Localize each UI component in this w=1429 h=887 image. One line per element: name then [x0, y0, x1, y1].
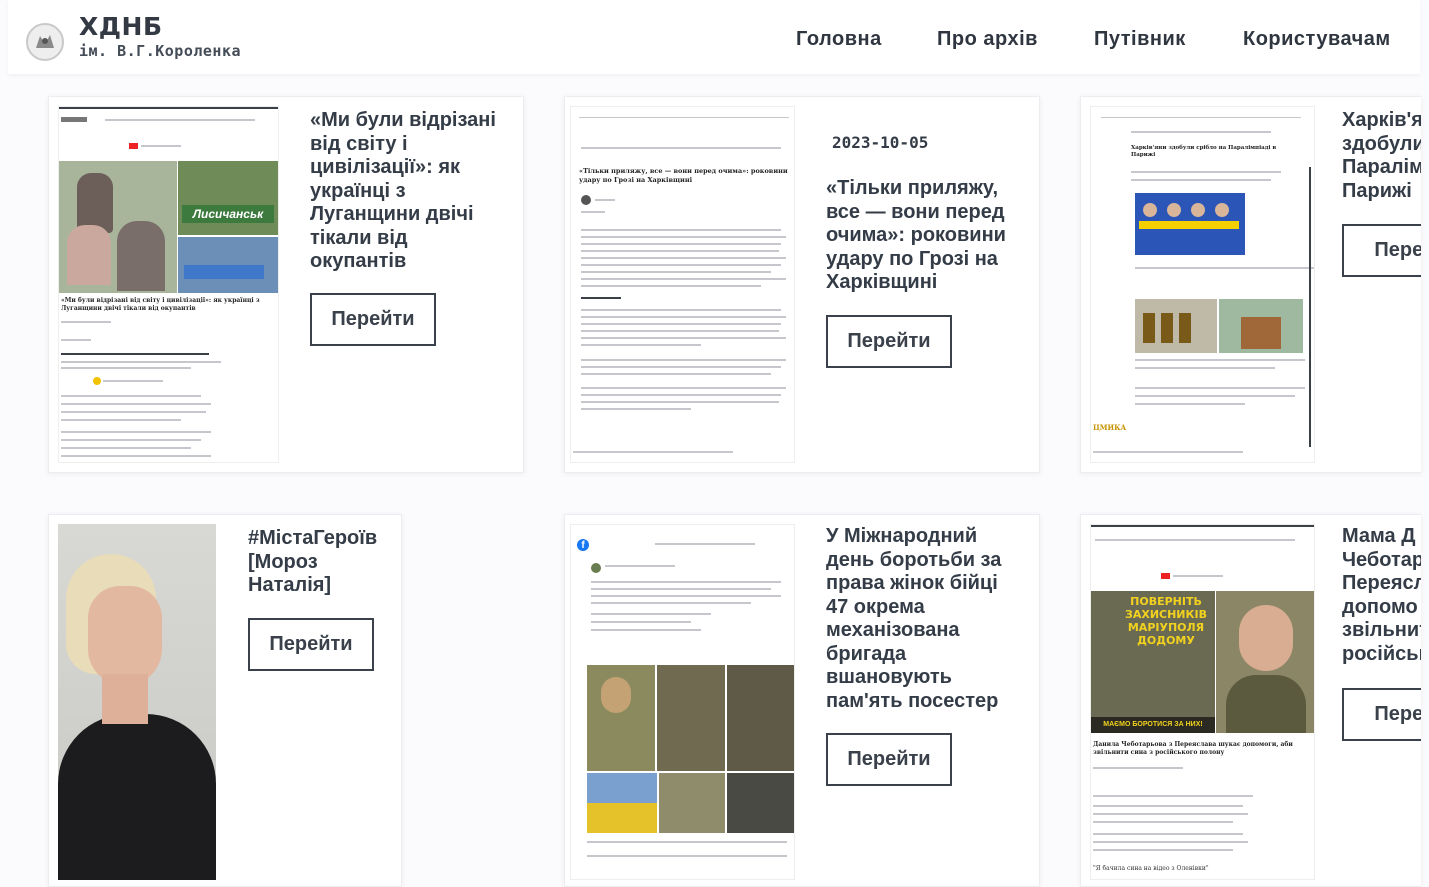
facebook-icon: f: [577, 539, 589, 551]
card-thumbnail-4[interactable]: [58, 524, 216, 880]
card-thumbnail-6[interactable]: ПОВЕРНІТЬ ЗАХИСНИКІВ МАРІУПОЛЯ ДОДОМУ МА…: [1090, 524, 1315, 880]
nav-users[interactable]: Користувачам: [1243, 28, 1391, 51]
thumb-headline: Харків'яни здобули срібло на Паралімпіад…: [1131, 145, 1277, 158]
card-title-5[interactable]: У Міжнародний день боротьби за права жін…: [826, 525, 1031, 713]
card-title-3[interactable]: Харків'я здобули Паралім Парижі: [1342, 109, 1421, 203]
youtube-icon: [129, 143, 138, 149]
card-thumbnail-3[interactable]: Харків'яни здобули срібло на Паралімпіад…: [1090, 106, 1315, 463]
nav-home[interactable]: Головна: [796, 28, 882, 51]
thumb-headline: «Тільки приляжу, все — вони перед очима»…: [579, 167, 788, 184]
card-title-1[interactable]: «Ми були відрізані від світу і цивілізац…: [310, 109, 520, 274]
library-logo-icon[interactable]: [26, 23, 64, 61]
site-header: ХДНБ ім. В.Г.Короленка Головна Про архів…: [8, 0, 1420, 74]
nav-about-archive[interactable]: Про архів: [937, 28, 1038, 51]
card-open-button-5[interactable]: Перейти: [826, 733, 952, 786]
card-open-button-6[interactable]: Перей: [1342, 688, 1421, 741]
youtube-icon: [1161, 573, 1170, 579]
card-title-4[interactable]: #МістаГероїв [Мороз Наталія]: [248, 527, 398, 598]
thumb-logo: ЦМИКА: [1093, 423, 1127, 432]
archive-card-5: f У Міжнародний день боротьби за права ж…: [564, 514, 1040, 887]
card-open-button-2[interactable]: Перейти: [826, 315, 952, 368]
card-title-6[interactable]: Мама Д Чеботар Переясл допомо звільнит р…: [1342, 525, 1421, 666]
thumb-headline: Данила Чеботарьова з Переяслава шукає до…: [1093, 741, 1293, 756]
card-thumbnail-5[interactable]: f: [570, 524, 795, 880]
archive-card-4: #МістаГероїв [Мороз Наталія] Перейти: [48, 514, 402, 887]
logo-subtitle: ім. В.Г.Короленка: [79, 42, 242, 60]
card-thumbnail-1[interactable]: Лисичанськ «Ми були відрізані від світу …: [58, 106, 279, 463]
card-open-button-1[interactable]: Перейти: [310, 293, 436, 346]
archive-card-2: «Тільки приляжу, все — вони перед очима»…: [564, 96, 1040, 473]
card-title-2[interactable]: «Тільки приляжу, все — вони перед очима»…: [826, 177, 1031, 295]
thumb-quote: "Я бачила сина на відео з Оленівки": [1093, 865, 1209, 872]
card-thumbnail-2[interactable]: «Тільки приляжу, все — вони перед очима»…: [570, 106, 795, 463]
card-date-2: 2023-10-05: [832, 133, 929, 152]
archive-card-6: ПОВЕРНІТЬ ЗАХИСНИКІВ МАРІУПОЛЯ ДОДОМУ МА…: [1080, 514, 1421, 887]
logo-title[interactable]: ХДНБ: [79, 12, 163, 41]
town-sign: Лисичанськ: [182, 205, 274, 223]
card-open-button-4[interactable]: Перейти: [248, 618, 374, 671]
nav-guide[interactable]: Путівник: [1094, 28, 1186, 51]
poster-caption: МАЄМО БОРОТИСЯ ЗА НИХ!: [1091, 717, 1215, 733]
poster-banner: ПОВЕРНІТЬ ЗАХИСНИКІВ МАРІУПОЛЯ ДОДОМУ: [1125, 595, 1207, 647]
thumb-headline: «Ми були відрізані від світу і цивілізац…: [61, 297, 260, 312]
card-open-button-3[interactable]: Перей: [1342, 224, 1421, 277]
archive-card-1: Лисичанськ «Ми були відрізані від світу …: [48, 96, 524, 473]
archive-card-3: Харків'яни здобули срібло на Паралімпіад…: [1080, 96, 1421, 473]
